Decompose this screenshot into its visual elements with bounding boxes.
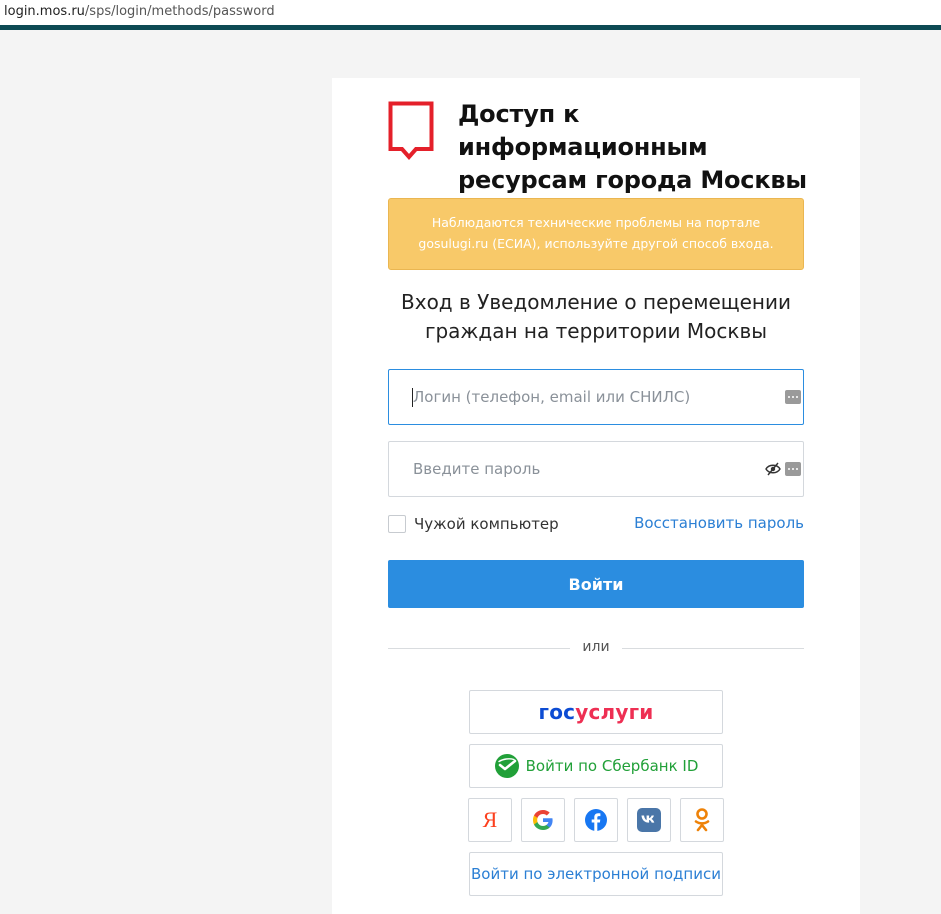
foreign-computer-label[interactable]: Чужой компьютер [414,515,559,533]
odnoklassniki-icon [694,808,710,832]
service-title: Вход в Уведомление о перемещении граждан… [372,288,820,346]
google-icon [533,810,553,830]
login-input[interactable] [413,370,753,424]
login-button[interactable]: Войти [388,560,804,608]
brand-title: Доступ к информационным ресурсам города … [458,98,828,197]
address-url[interactable]: login.mos.ru/sps/login/methods/password [4,4,275,19]
alert-line1: Наблюдаются технические проблемы на порт… [431,215,761,230]
odnoklassniki-login-button[interactable] [680,798,724,842]
mos-ru-logo-icon [388,101,434,161]
or-divider: или [388,638,804,658]
login-field[interactable] [388,369,804,425]
alert-line2: gosulugi.ru (ЕСИА), используйте другой с… [418,236,774,251]
e-signature-login-button[interactable]: Войти по электронной подписи [469,852,723,896]
brand-title-line1: Доступ к информационным [458,100,708,161]
password-manager-icon[interactable] [785,462,801,476]
gosuslugi-logo-part2: услуги [575,700,654,724]
facebook-icon [585,809,607,831]
facebook-login-button[interactable] [574,798,618,842]
divider-line-right [622,648,804,649]
sber-id-login-button[interactable]: Войти по Сбербанк ID [469,744,723,788]
password-field[interactable] [388,441,804,497]
restore-password-link[interactable]: Восстановить пароль [634,514,804,532]
vk-icon [637,808,661,832]
foreign-computer-row[interactable]: Чужой компьютер [388,514,559,534]
password-manager-icon[interactable] [785,390,801,404]
service-title-line1: Вход в Уведомление о перемещении [401,290,791,314]
address-bar[interactable]: login.mos.ru/sps/login/methods/password [0,0,941,25]
google-login-button[interactable] [521,798,565,842]
gosuslugi-logo-part1: гос [538,700,576,724]
url-domain: login.mos.ru [4,4,85,19]
service-title-line2: граждан на территории Москвы [424,319,768,343]
vk-login-button[interactable] [627,798,671,842]
header-accent-line [0,25,941,30]
yandex-login-button[interactable]: Я [468,798,512,842]
login-card: Доступ к информационным ресурсам города … [332,78,860,914]
foreign-computer-checkbox[interactable] [388,515,406,533]
sber-id-label: Войти по Сбербанк ID [525,757,699,775]
url-path: /sps/login/methods/password [84,4,275,19]
warning-alert: Наблюдаются технические проблемы на порт… [388,198,804,270]
password-input[interactable] [413,442,753,496]
gosuslugi-login-button[interactable]: гос услуги [469,690,723,734]
yandex-icon: Я [482,807,498,832]
sber-logo-icon [494,754,519,778]
brand-title-line2: ресурсам города Москвы [458,166,807,194]
or-label: или [582,639,610,655]
show-password-eye-icon[interactable] [765,462,781,476]
